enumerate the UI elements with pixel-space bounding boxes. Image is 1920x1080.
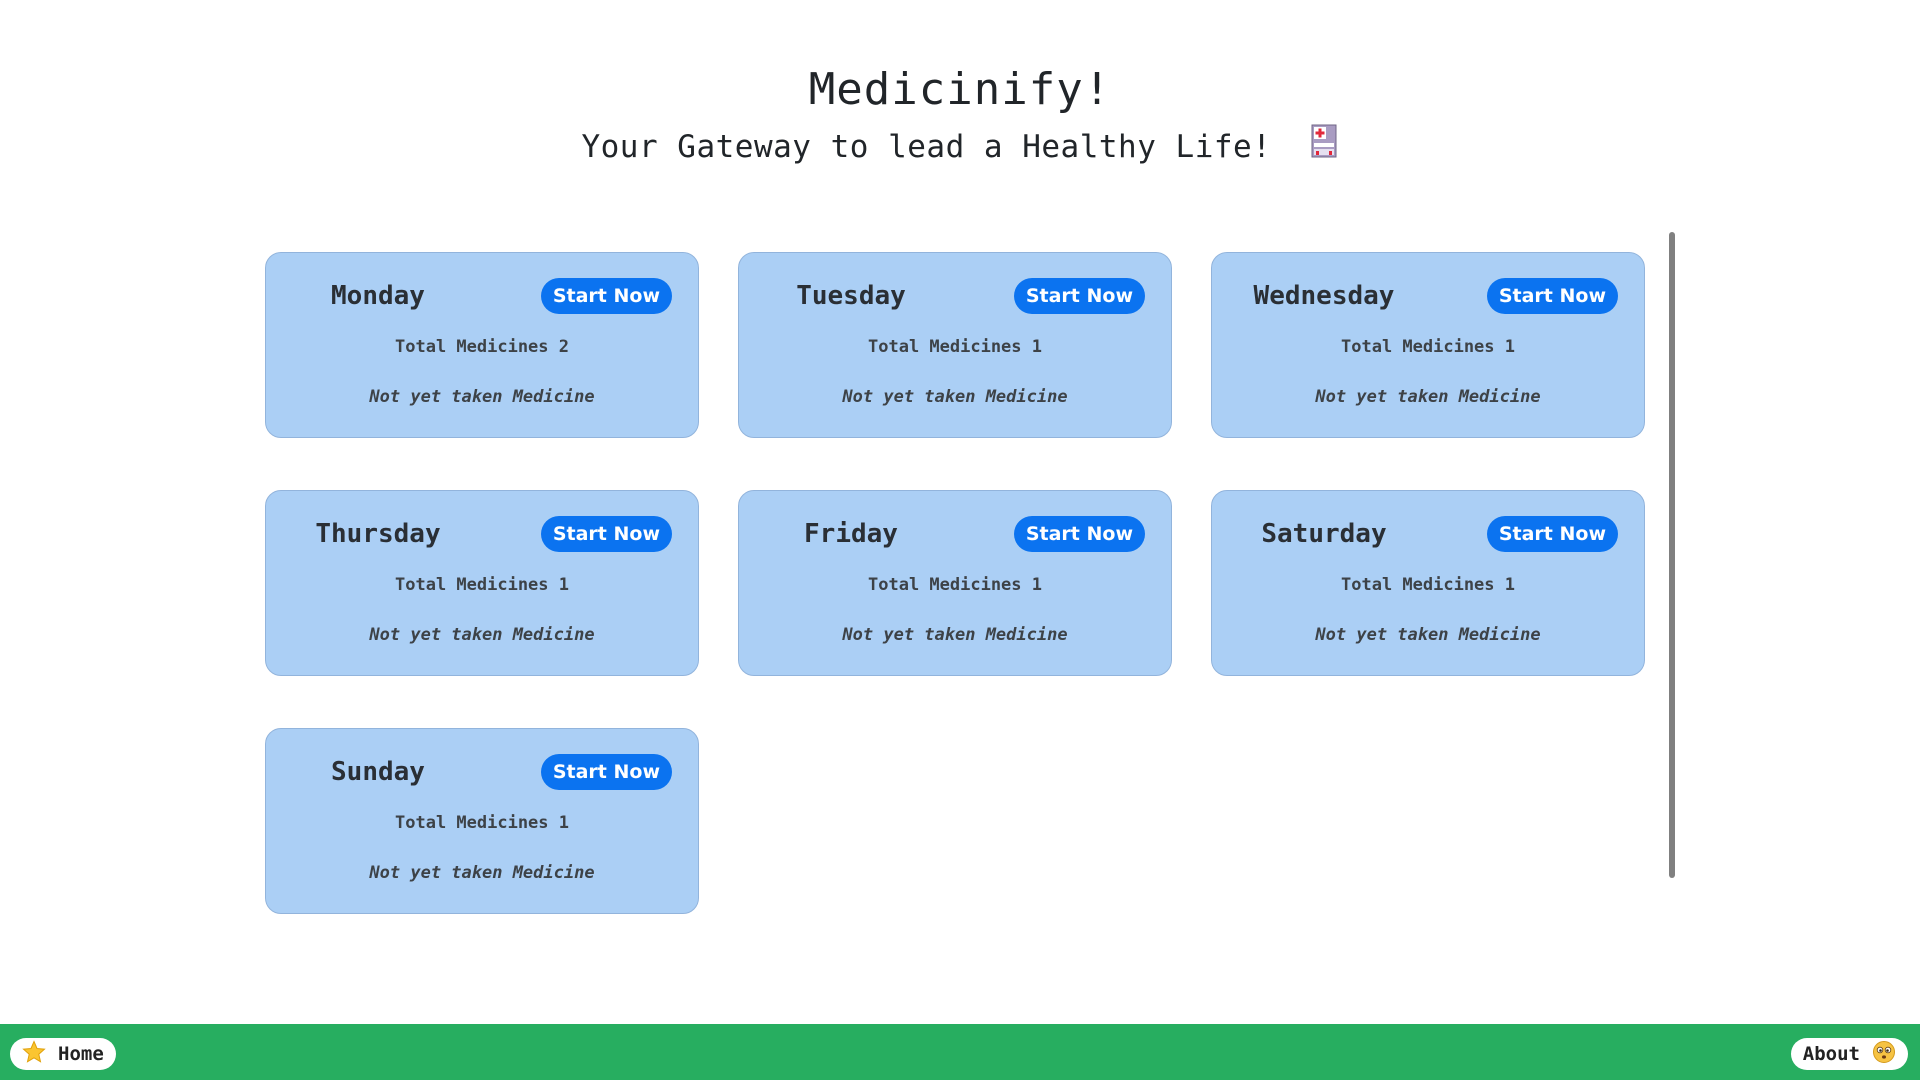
face-icon	[1872, 1040, 1896, 1069]
day-title: Thursday	[315, 519, 441, 549]
day-title: Wednesday	[1253, 281, 1395, 311]
start-now-button[interactable]: Start Now	[1486, 516, 1618, 552]
day-title: Tuesday	[796, 281, 906, 311]
tagline: Your Gateway to lead a Healthy Life!	[0, 120, 1920, 176]
day-card-friday: Friday Start Now Total Medicines 1 Not yet …	[738, 490, 1172, 676]
star-icon	[22, 1039, 46, 1069]
day-card-sunday: Sunday Start Now Total Medicines 1 Not yet …	[265, 728, 699, 914]
tagline-text: Your Gateway to lead a Healthy Life!	[581, 129, 1272, 165]
total-medicines: Total Medicines 1	[1341, 337, 1515, 357]
medicine-status: Not yet taken Medicine	[369, 863, 595, 883]
about-label: About	[1802, 1043, 1860, 1065]
home-label: Home	[58, 1043, 104, 1065]
day-card-tuesday: Tuesday Start Now Total Medicines 1 Not yet…	[738, 252, 1172, 438]
start-now-button[interactable]: Start Now	[540, 516, 672, 552]
start-now-button[interactable]: Start Now	[1486, 278, 1618, 314]
about-button[interactable]: About	[1790, 1038, 1908, 1070]
day-title: Monday	[331, 281, 425, 311]
day-card-monday: Monday Start Now Total Medicines 2 Not yet …	[265, 252, 699, 438]
day-card-thursday: Thursday Start Now Total Medicines 1 Not ye…	[265, 490, 699, 676]
total-medicines: Total Medicines 1	[868, 337, 1042, 357]
scrollbar[interactable]	[1669, 232, 1675, 878]
medicine-status: Not yet taken Medicine	[842, 625, 1068, 645]
medicine-status: Not yet taken Medicine	[1315, 387, 1541, 407]
total-medicines: Total Medicines 2	[395, 337, 569, 357]
day-title: Friday	[804, 519, 898, 549]
start-now-button[interactable]: Start Now	[1013, 278, 1145, 314]
day-card-wednesday: Wednesday Start Now Total Medicines 1 Not y…	[1211, 252, 1645, 438]
day-card-saturday: Saturday Start Now Total Medicines 1 Not ye…	[1211, 490, 1645, 676]
medicine-status: Not yet taken Medicine	[369, 625, 595, 645]
start-now-button[interactable]: Start Now	[1013, 516, 1145, 552]
day-title: Saturday	[1261, 519, 1387, 549]
footer-nav: Home About	[0, 1024, 1920, 1080]
medicine-status: Not yet taken Medicine	[369, 387, 595, 407]
total-medicines: Total Medicines 1	[1341, 575, 1515, 595]
home-button[interactable]: Home	[10, 1038, 116, 1070]
header: Medicinify! Your Gateway to lead a Healt…	[0, 60, 1920, 176]
day-title: Sunday	[331, 757, 425, 787]
hospital-icon	[1309, 122, 1339, 176]
medicine-status: Not yet taken Medicine	[1315, 625, 1541, 645]
medicine-status: Not yet taken Medicine	[842, 387, 1068, 407]
day-cards-grid: Monday Start Now Total Medicines 2 Not yet …	[265, 252, 1647, 914]
total-medicines: Total Medicines 1	[868, 575, 1042, 595]
page: Medicinify! Your Gateway to lead a Healt…	[0, 0, 1920, 1080]
schedule-scroll-area[interactable]: Monday Start Now Total Medicines 2 Not yet …	[265, 232, 1675, 914]
app-title: Medicinify!	[808, 64, 1112, 115]
total-medicines: Total Medicines 1	[395, 813, 569, 833]
start-now-button[interactable]: Start Now	[540, 278, 672, 314]
total-medicines: Total Medicines 1	[395, 575, 569, 595]
start-now-button[interactable]: Start Now	[540, 754, 672, 790]
